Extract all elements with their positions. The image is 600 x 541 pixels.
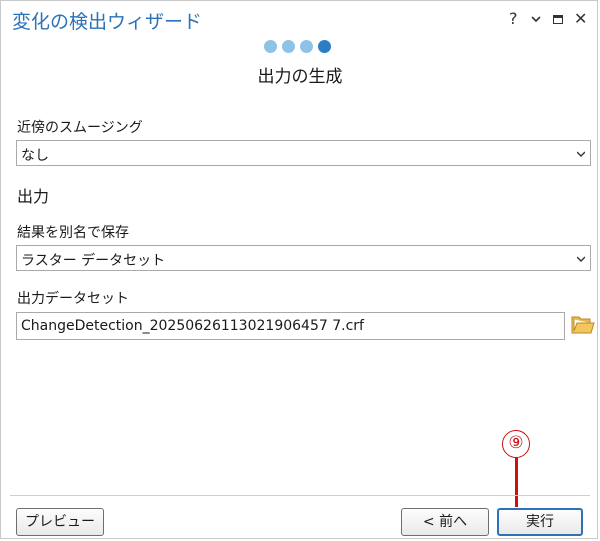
help-button[interactable]: ? [509,9,518,29]
window-title: 変化の検出ウィザード [12,11,203,33]
output-dataset-value: ChangeDetection_20250626113021906457 7.c… [21,318,364,334]
output-dataset-input[interactable]: ChangeDetection_20250626113021906457 7.c… [16,312,565,340]
output-section-title: 出力 [17,187,50,206]
chevron-down-icon [531,16,541,23]
close-button[interactable]: ✕ [574,9,587,29]
step-number-annotation: ⑨ [502,430,530,458]
run-button[interactable]: 実行 [497,508,583,536]
save-as-label: 結果を別名で保存 [17,225,129,241]
step-dot-3 [300,40,313,53]
preview-button[interactable]: プレビュー [16,508,104,536]
smoothing-select[interactable]: なし [16,140,591,166]
smoothing-value: なし [21,148,49,164]
maximize-icon [553,15,563,24]
maximize-button[interactable] [553,9,563,29]
smoothing-label: 近傍のスムージング [17,120,143,136]
chevron-down-icon [577,151,585,157]
step-title: 出力の生成 [257,67,343,87]
footer-divider [10,495,590,496]
minimize-button[interactable] [530,9,542,34]
output-dataset-label: 出力データセット [17,291,129,307]
step-dot-2 [282,40,295,53]
save-as-select[interactable]: ラスター データセット [16,245,591,271]
folder-icon [571,316,595,334]
browse-button[interactable] [571,314,595,336]
step-dot-1 [264,40,277,53]
back-button[interactable]: < 前へ [401,508,489,536]
save-as-value: ラスター データセット [21,253,166,269]
step-dot-4-active [318,40,331,53]
annotation-pointer-line [515,458,518,507]
chevron-down-icon [577,256,585,262]
title-bar: 変化の検出ウィザード ? ✕ [0,0,600,40]
